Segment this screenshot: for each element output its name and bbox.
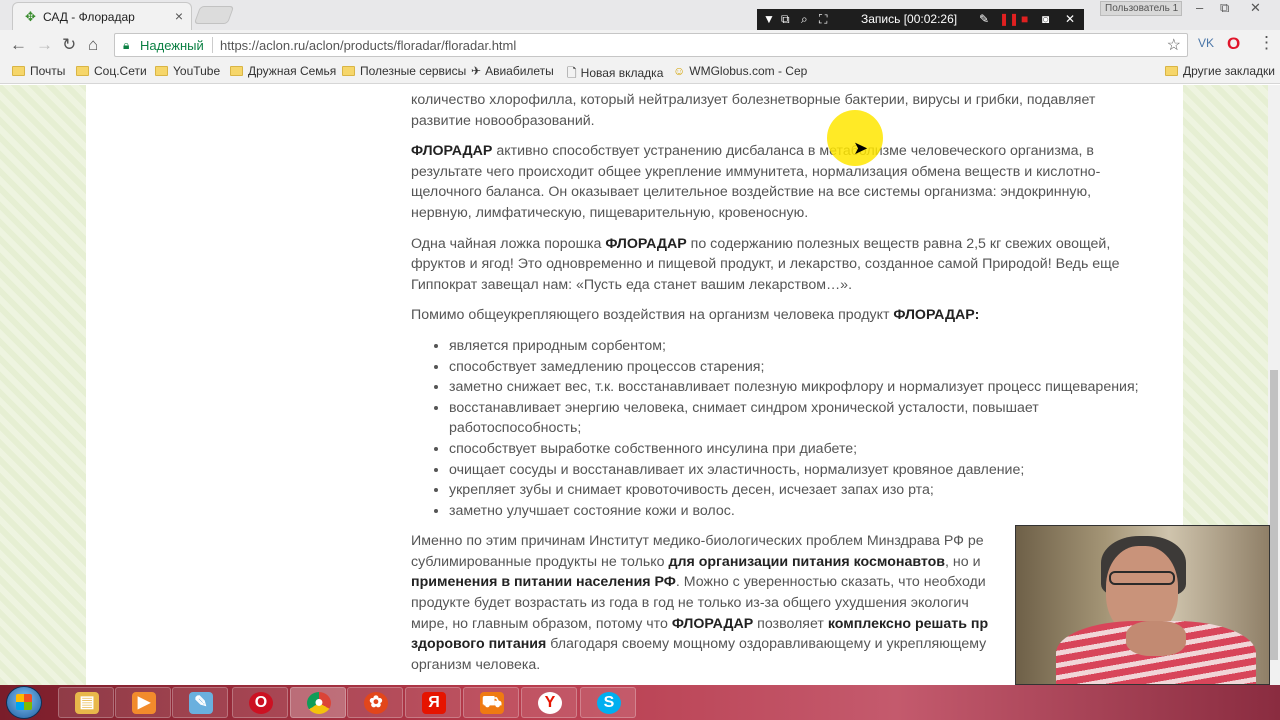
bookmarks-bar: Почты Соц.Сети YouTube Дружная Семья Пол… <box>0 60 1280 84</box>
bookmark-folder-mail[interactable]: Почты <box>12 64 65 78</box>
yandex-browser-icon: Y <box>538 692 562 714</box>
folder-icon <box>76 66 89 76</box>
list-item: способствует выработке собственного инсу… <box>449 439 1151 460</box>
recorder-pause-icon[interactable]: ❚❚ <box>999 12 1019 26</box>
list-item: способствует замедлению процессов старен… <box>449 357 1151 378</box>
new-tab-button[interactable] <box>193 6 235 24</box>
list-item: укрепляет зубы и снимает кровоточивость … <box>449 480 1151 501</box>
folder-icon <box>1165 66 1178 76</box>
paragraph-benefits-intro: Помимо общеукрепляющего воздействия на о… <box>411 307 980 324</box>
folder-icon <box>342 66 355 76</box>
site-favicon-icon: ✥ <box>25 9 36 24</box>
home-icon[interactable]: ⌂ <box>88 35 98 55</box>
taskbar-opera[interactable]: O <box>232 687 288 718</box>
bookmark-folder-social[interactable]: Соц.Сети <box>76 64 147 78</box>
webcam-person-hand <box>1126 621 1186 656</box>
bookmark-wmglobus[interactable]: ☺ WMGlobus.com - Сер <box>673 64 807 78</box>
list-item: восстанавливает энергию человека, снимае… <box>449 398 1151 439</box>
browser-menu-icon[interactable]: ⋮ <box>1258 33 1275 53</box>
user-profile-badge[interactable]: Пользователь 1 <box>1100 1 1182 16</box>
lock-icon: 🔒︎ <box>123 38 130 52</box>
taskbar-yandex[interactable]: Я <box>405 687 461 718</box>
folder-icon <box>230 66 243 76</box>
recorder-area-icon[interactable]: ⛶ <box>819 12 827 27</box>
opera-extension-icon[interactable]: O <box>1227 34 1240 54</box>
taskbar-shop[interactable]: ⛟ <box>463 687 519 718</box>
restore-icon[interactable]: ⧉ <box>1220 0 1229 16</box>
recorder-status: Запись [00:02:26] <box>861 12 958 26</box>
folder-icon: ▤ <box>75 692 99 714</box>
webcam-person-glasses <box>1109 571 1175 585</box>
window-close-icon[interactable]: ✕ <box>1250 0 1261 16</box>
address-separator <box>212 37 213 53</box>
recorder-stop-icon[interactable]: ■ <box>1021 12 1028 26</box>
paragraph-chlorophyll: количество хлорофилла, который нейтрализ… <box>411 92 1096 129</box>
recorder-menu-icon[interactable]: ▼ <box>763 12 775 26</box>
yandex-icon: Я <box>422 692 446 714</box>
windows-taskbar: ▤ ▶ ✎ O ● ✿ Я ⛟ Y S <box>0 685 1280 720</box>
url-text[interactable]: https://aclon.ru/aclon/products/floradar… <box>220 38 516 53</box>
bookmark-folder-youtube[interactable]: YouTube <box>155 64 220 78</box>
recorder-window-icon[interactable]: ⧉ <box>781 12 790 27</box>
scrollbar-thumb[interactable] <box>1270 370 1278 660</box>
tab-close-icon[interactable]: × <box>175 8 183 24</box>
folder-icon <box>12 66 25 76</box>
window-titlebar: ✥ САД - Флорадар × ▼ ⧉ ⌕ ⛶ Запись [00:02… <box>0 0 1280 30</box>
folder-icon <box>155 66 168 76</box>
paint-icon: ✎ <box>189 692 213 714</box>
list-item: заметно снижает вес, т.к. восстанавливае… <box>449 377 1151 398</box>
taskbar-skype[interactable]: S <box>580 687 636 718</box>
secure-label: Надежный <box>140 38 204 53</box>
list-item: является природным сорбентом; <box>449 336 1151 357</box>
browser-toolbar: ← → ↻ ⌂ 🔒︎ Надежный https://aclon.ru/acl… <box>0 30 1280 60</box>
smiley-icon: ☺ <box>673 64 686 78</box>
taskbar-explorer[interactable]: ▤ <box>58 687 114 718</box>
bookmark-other[interactable]: Другие закладки <box>1165 64 1275 78</box>
forward-arrow-icon[interactable]: → <box>36 35 53 55</box>
chrome-icon: ● <box>307 692 331 714</box>
product-name: ФЛОРАДАР <box>605 235 687 252</box>
mouse-cursor-icon: ➤ <box>853 138 869 158</box>
recorder-zoom-icon[interactable]: ⌕ <box>801 12 808 27</box>
browser-tab[interactable]: ✥ САД - Флорадар × <box>12 2 192 30</box>
taskbar-yandex-browser[interactable]: Y <box>521 687 577 718</box>
back-arrow-icon[interactable]: ← <box>10 35 27 55</box>
windows-logo-icon <box>16 694 32 710</box>
taskbar-paint[interactable]: ✎ <box>172 687 228 718</box>
tab-title: САД - Флорадар <box>43 10 135 24</box>
bookmark-folder-services[interactable]: Полезные сервисы <box>342 64 466 78</box>
skype-icon: S <box>597 692 621 714</box>
reload-icon[interactable]: ↻ <box>62 35 76 55</box>
bookmark-flights[interactable]: ✈ Авиабилеты <box>471 64 554 78</box>
opera-icon: O <box>249 692 273 714</box>
list-item: заметно улучшает состояние кожи и волос. <box>449 501 1151 522</box>
taskbar-media-player[interactable]: ▶ <box>115 687 171 718</box>
app-icon: ✿ <box>364 692 388 714</box>
media-player-icon: ▶ <box>132 692 156 714</box>
webcam-overlay <box>1015 525 1270 685</box>
recorder-toolbar: ▼ ⧉ ⌕ ⛶ Запись [00:02:26] ✎ ❚❚ ■ ◙ ✕ <box>757 9 1084 30</box>
bookmark-folder-family[interactable]: Дружная Семья <box>230 64 336 78</box>
vk-extension-icon[interactable]: VK <box>1198 36 1214 50</box>
shopping-cart-icon: ⛟ <box>480 692 504 714</box>
bookmark-new-tab[interactable]: 🗋 Новая вкладка <box>567 64 663 85</box>
minimize-icon[interactable]: – <box>1196 0 1203 15</box>
page-left-background <box>0 85 86 685</box>
address-bar[interactable]: 🔒︎ Надежный https://aclon.ru/aclon/produ… <box>114 33 1188 57</box>
taskbar-app[interactable]: ✿ <box>347 687 403 718</box>
paragraph-balance: ФЛОРАДАР активно способствует устранению… <box>411 143 1101 221</box>
list-item: очищает сосуды и восстанавливает их элас… <box>449 460 1151 481</box>
product-name: ФЛОРАДАР <box>411 143 493 160</box>
recorder-pen-icon[interactable]: ✎ <box>979 12 989 26</box>
bookmark-star-icon[interactable]: ☆ <box>1167 35 1181 55</box>
paragraph-teaspoon: Одна чайная ложка порошка ФЛОРАДАР по со… <box>411 235 1120 293</box>
recorder-camera-icon[interactable]: ◙ <box>1042 12 1049 26</box>
recorder-close-icon[interactable]: ✕ <box>1065 12 1075 26</box>
page-icon: 🗋 <box>567 66 577 80</box>
plane-icon: ✈ <box>471 64 482 78</box>
benefits-list: является природным сорбентом; способству… <box>449 336 1151 521</box>
taskbar-chrome[interactable]: ● <box>290 687 346 718</box>
product-name: ФЛОРАДАР: <box>893 307 980 324</box>
